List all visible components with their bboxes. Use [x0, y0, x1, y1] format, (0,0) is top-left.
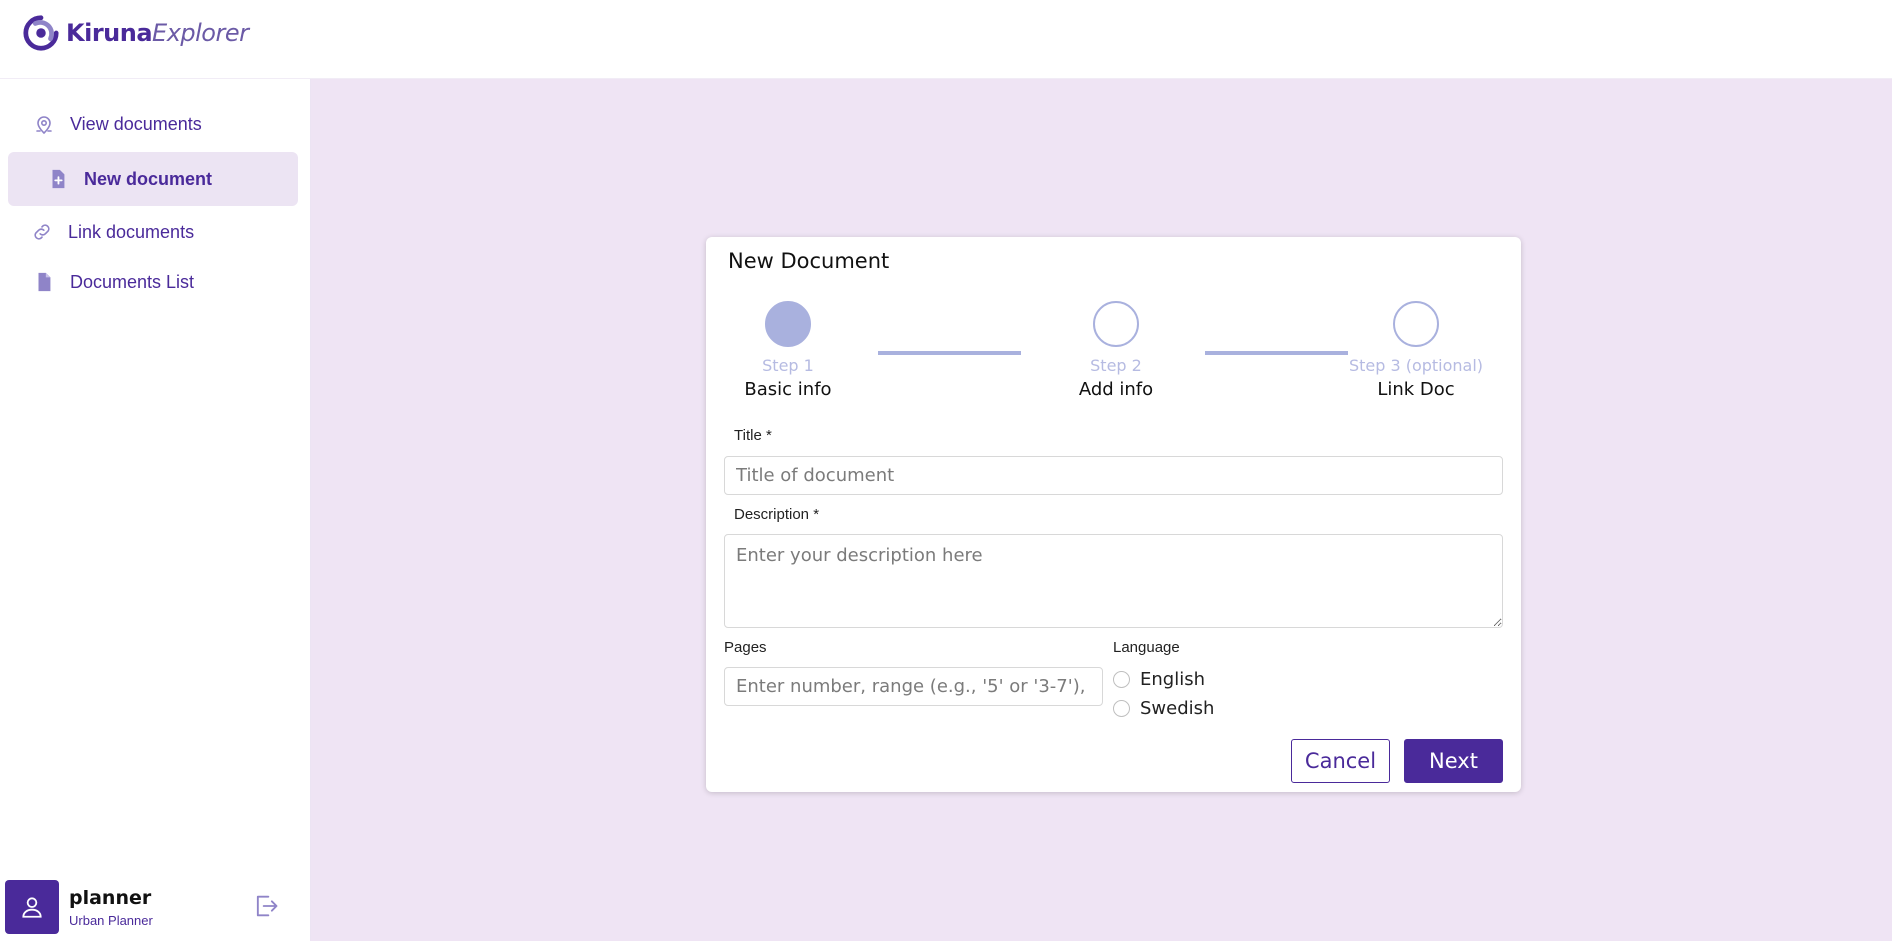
sidebar-item-link-documents[interactable]: Link documents: [8, 205, 298, 259]
step-1[interactable]: Step 1 Basic info: [708, 301, 868, 400]
file-icon: [32, 270, 56, 294]
logo-icon: [23, 15, 59, 51]
step-2[interactable]: Step 2 Add info: [1036, 301, 1196, 400]
step-connector: [878, 351, 1021, 355]
logo-text-primary: Kiruna: [66, 19, 153, 47]
title-input[interactable]: [724, 456, 1503, 495]
step-3-number: Step 3 (optional): [1348, 356, 1484, 375]
step-3-indicator: [1393, 301, 1439, 347]
file-plus-icon: [46, 167, 70, 191]
pages-label: Pages: [724, 639, 767, 656]
step-3-label: Link Doc: [1377, 379, 1455, 400]
pages-input[interactable]: [724, 667, 1103, 706]
app-logo[interactable]: Kiruna Explorer: [22, 14, 249, 52]
new-document-dialog: New Document Step 1 Basic info Step 2 Ad…: [706, 237, 1521, 792]
user-icon: [22, 897, 42, 918]
dialog-title: New Document: [728, 249, 890, 273]
stepper: Step 1 Basic info Step 2 Add info Step 3…: [706, 301, 1521, 411]
sidebar: View documents New document Link documen…: [0, 79, 311, 941]
language-option-swedish[interactable]: Swedish: [1113, 698, 1214, 719]
title-label: Title *: [734, 427, 772, 444]
language-option-english[interactable]: English: [1113, 669, 1205, 690]
sidebar-item-label: Link documents: [68, 221, 195, 242]
swedish-label: Swedish: [1140, 698, 1215, 719]
cancel-button[interactable]: Cancel: [1291, 739, 1390, 783]
logout-button[interactable]: [251, 891, 281, 921]
map-pin-icon: [32, 112, 56, 136]
logo-text-secondary: Explorer: [152, 19, 249, 47]
top-header: Kiruna Explorer: [0, 0, 1892, 79]
sidebar-item-label: View documents: [70, 113, 202, 134]
description-label: Description *: [734, 506, 820, 523]
sidebar-item-documents-list[interactable]: Documents List: [8, 255, 298, 309]
step-1-indicator: [765, 301, 811, 347]
user-name: planner: [69, 886, 152, 909]
logout-icon: [256, 895, 278, 917]
user-info: planner Urban Planner: [69, 887, 153, 928]
sidebar-item-view-documents[interactable]: View documents: [8, 97, 298, 151]
user-panel: planner Urban Planner: [5, 877, 305, 937]
language-label: Language: [1113, 639, 1180, 656]
sidebar-item-label: New document: [84, 168, 213, 189]
next-button[interactable]: Next: [1404, 739, 1503, 783]
avatar[interactable]: [5, 880, 59, 934]
swedish-radio[interactable]: [1113, 700, 1130, 717]
step-connector: [1205, 351, 1348, 355]
sidebar-item-new-document[interactable]: New document: [8, 152, 298, 206]
link-icon: [30, 220, 54, 244]
sidebar-item-label: Documents List: [70, 271, 195, 292]
step-2-number: Step 2: [1090, 356, 1142, 375]
user-role: Urban Planner: [69, 912, 153, 928]
step-2-indicator: [1093, 301, 1139, 347]
step-1-number: Step 1: [762, 356, 814, 375]
step-2-label: Add info: [1078, 379, 1154, 400]
step-3[interactable]: Step 3 (optional) Link Doc: [1342, 301, 1490, 400]
step-1-label: Basic info: [744, 379, 832, 400]
description-textarea[interactable]: [724, 534, 1503, 628]
english-label: English: [1140, 669, 1205, 690]
english-radio[interactable]: [1113, 671, 1130, 688]
